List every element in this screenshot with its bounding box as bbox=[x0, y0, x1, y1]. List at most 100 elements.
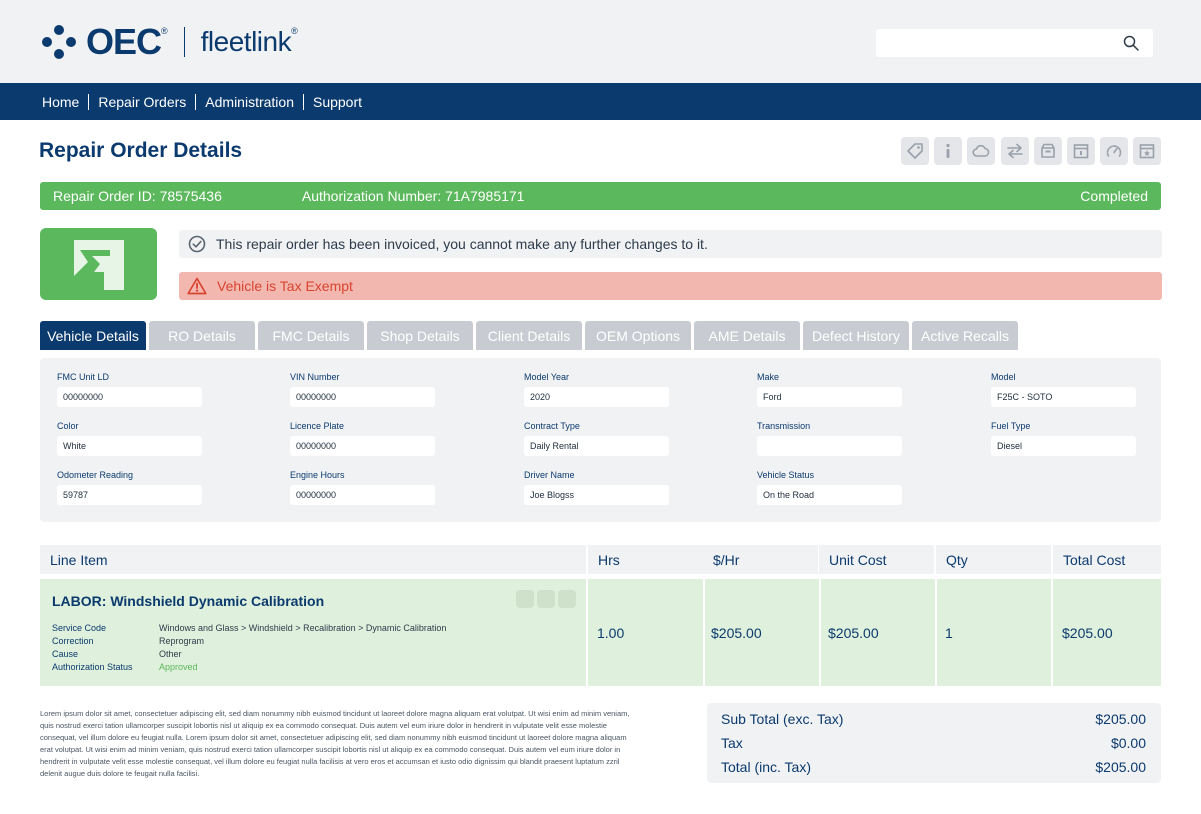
calendar-button[interactable] bbox=[1066, 137, 1095, 165]
tab-active-recalls[interactable]: Active Recalls bbox=[912, 321, 1018, 350]
tab-ro-details[interactable]: RO Details bbox=[149, 321, 255, 350]
field-label: Vehicle Status bbox=[757, 470, 815, 480]
field-label: Model bbox=[991, 372, 1016, 382]
color-input[interactable]: White bbox=[57, 436, 202, 456]
invoiced-notice: This repair order has been invoiced, you… bbox=[179, 230, 1162, 258]
model-year-input[interactable]: 2020 bbox=[524, 387, 669, 407]
star-calendar-icon bbox=[1140, 144, 1155, 159]
column-header-line-item: Line Item bbox=[40, 545, 586, 574]
fuel-type-input[interactable]: Diesel bbox=[991, 436, 1136, 456]
info-button[interactable] bbox=[934, 137, 963, 165]
nav-divider bbox=[195, 93, 197, 110]
licence-plate-field: Licence Plate 00000000 bbox=[290, 420, 435, 456]
brand-logo-icon bbox=[73, 240, 124, 290]
licence-plate-input[interactable]: 00000000 bbox=[290, 436, 435, 456]
driver-name-field: Driver Name Joe Blogss bbox=[524, 469, 669, 505]
field-label: Color bbox=[57, 421, 79, 431]
line-item-total-cost: $205.00 bbox=[1053, 579, 1161, 686]
logo-divider bbox=[183, 27, 185, 57]
total-label: Total (inc. Tax) bbox=[721, 759, 811, 775]
search-icon[interactable] bbox=[1123, 35, 1139, 51]
star-calendar-button[interactable] bbox=[1133, 137, 1162, 165]
main-nav: Home Repair Orders Administration Suppor… bbox=[0, 83, 1201, 120]
fuel-type-field: Fuel Type Diesel bbox=[991, 420, 1136, 456]
line-item-qty: 1 bbox=[937, 579, 1051, 686]
nav-divider bbox=[88, 93, 90, 110]
table-row[interactable]: LABOR: Windshield Dynamic Calibration Se… bbox=[40, 579, 586, 686]
engine-hours-input[interactable]: 00000000 bbox=[290, 485, 435, 505]
brand-primary: OEC bbox=[86, 21, 162, 62]
shop-brand-tile bbox=[40, 228, 157, 300]
contract-type-input[interactable]: Daily Rental bbox=[524, 436, 669, 456]
line-item-unit-cost: $205.00 bbox=[821, 579, 935, 686]
fmc-unit-input[interactable]: 00000000 bbox=[57, 387, 202, 407]
vehicle-status-input[interactable]: On the Road bbox=[757, 485, 902, 505]
column-header-qty: Qty bbox=[936, 545, 1051, 574]
nav-home[interactable]: Home bbox=[42, 94, 79, 110]
field-label: Licence Plate bbox=[290, 421, 345, 431]
field-label: Engine Hours bbox=[290, 470, 345, 480]
line-item-action-button[interactable] bbox=[558, 590, 576, 608]
registered-mark-secondary: ® bbox=[291, 26, 298, 36]
transmission-input[interactable] bbox=[757, 436, 902, 456]
authorization-status-value: Approved bbox=[159, 662, 198, 672]
oec-fleetlink-logo[interactable]: OEC ® fleetlink ® bbox=[42, 24, 298, 60]
totals-panel: Sub Total (exc. Tax) $205.00 Tax $0.00 T… bbox=[707, 703, 1161, 783]
vin-input[interactable]: 00000000 bbox=[290, 387, 435, 407]
gauge-button[interactable] bbox=[1100, 137, 1129, 165]
field-label: Odometer Reading bbox=[57, 470, 134, 480]
status-badge: Completed bbox=[1080, 188, 1148, 204]
line-item-action-button[interactable] bbox=[537, 590, 555, 608]
cloud-button[interactable] bbox=[967, 137, 996, 165]
nav-repair-orders[interactable]: Repair Orders bbox=[98, 94, 186, 110]
model-input[interactable]: F25C - SOTO bbox=[991, 387, 1136, 407]
model-year-field: Model Year 2020 bbox=[524, 371, 669, 407]
odometer-input[interactable]: 59787 bbox=[57, 485, 202, 505]
top-header: OEC ® fleetlink ® bbox=[0, 0, 1201, 83]
service-code-label: Service Code bbox=[52, 623, 107, 633]
vin-field: VIN Number 00000000 bbox=[290, 371, 435, 407]
tax-exempt-alert: Vehicle is Tax Exempt bbox=[179, 272, 1162, 300]
contract-type-field: Contract Type Daily Rental bbox=[524, 420, 669, 456]
tab-client-details[interactable]: Client Details bbox=[476, 321, 582, 350]
model-field: Model F25C - SOTO bbox=[991, 371, 1136, 407]
nav-administration[interactable]: Administration bbox=[205, 94, 294, 110]
tab-defect-history[interactable]: Defect History bbox=[803, 321, 909, 350]
cause-label: Cause bbox=[52, 649, 79, 659]
cause-value: Other bbox=[159, 649, 182, 659]
tab-shop-details[interactable]: Shop Details bbox=[367, 321, 473, 350]
tag-button[interactable] bbox=[901, 137, 929, 165]
column-header-hrs: Hrs bbox=[588, 545, 703, 574]
subtotal-value: $205.00 bbox=[1095, 711, 1146, 727]
gauge-icon bbox=[1106, 145, 1122, 157]
make-input[interactable]: Ford bbox=[757, 387, 902, 407]
subtotal-label: Sub Total (exc. Tax) bbox=[721, 711, 844, 727]
calendar-icon bbox=[1073, 144, 1089, 159]
search-input[interactable] bbox=[876, 29, 1116, 57]
authorization-number: Authorization Number: 71A7985171 bbox=[301, 188, 525, 204]
color-field: Color White bbox=[57, 420, 202, 456]
line-item-rate: $205.00 bbox=[705, 579, 819, 686]
field-label: Make bbox=[757, 372, 780, 382]
page-title: Repair Order Details bbox=[39, 139, 243, 162]
transfer-button[interactable] bbox=[1000, 137, 1029, 165]
line-item-actions bbox=[516, 590, 579, 608]
archive-button[interactable] bbox=[1033, 137, 1062, 165]
field-label: Contract Type bbox=[524, 421, 580, 431]
tab-fmc-details[interactable]: FMC Details bbox=[258, 321, 364, 350]
terms-text: Lorem ipsum dolor sit amet, consectetuer… bbox=[40, 709, 630, 778]
driver-name-input[interactable]: Joe Blogss bbox=[524, 485, 669, 505]
transfer-icon bbox=[1006, 143, 1023, 159]
service-code-value: Windows and Glass > Windshield > Recalib… bbox=[159, 623, 447, 633]
transmission-field: Transmission bbox=[757, 420, 902, 456]
nav-support[interactable]: Support bbox=[313, 94, 362, 110]
line-item-title: LABOR: Windshield Dynamic Calibration bbox=[52, 593, 325, 609]
tab-vehicle-details[interactable]: Vehicle Details bbox=[40, 321, 146, 350]
tab-ame-details[interactable]: AME Details bbox=[694, 321, 800, 350]
tab-oem-options[interactable]: OEM Options bbox=[585, 321, 691, 350]
search-box bbox=[876, 29, 1153, 57]
field-label: VIN Number bbox=[290, 372, 340, 382]
line-item-hrs: 1.00 bbox=[588, 579, 703, 686]
brand-secondary: fleetlink bbox=[200, 26, 292, 57]
line-item-action-button[interactable] bbox=[516, 590, 534, 608]
